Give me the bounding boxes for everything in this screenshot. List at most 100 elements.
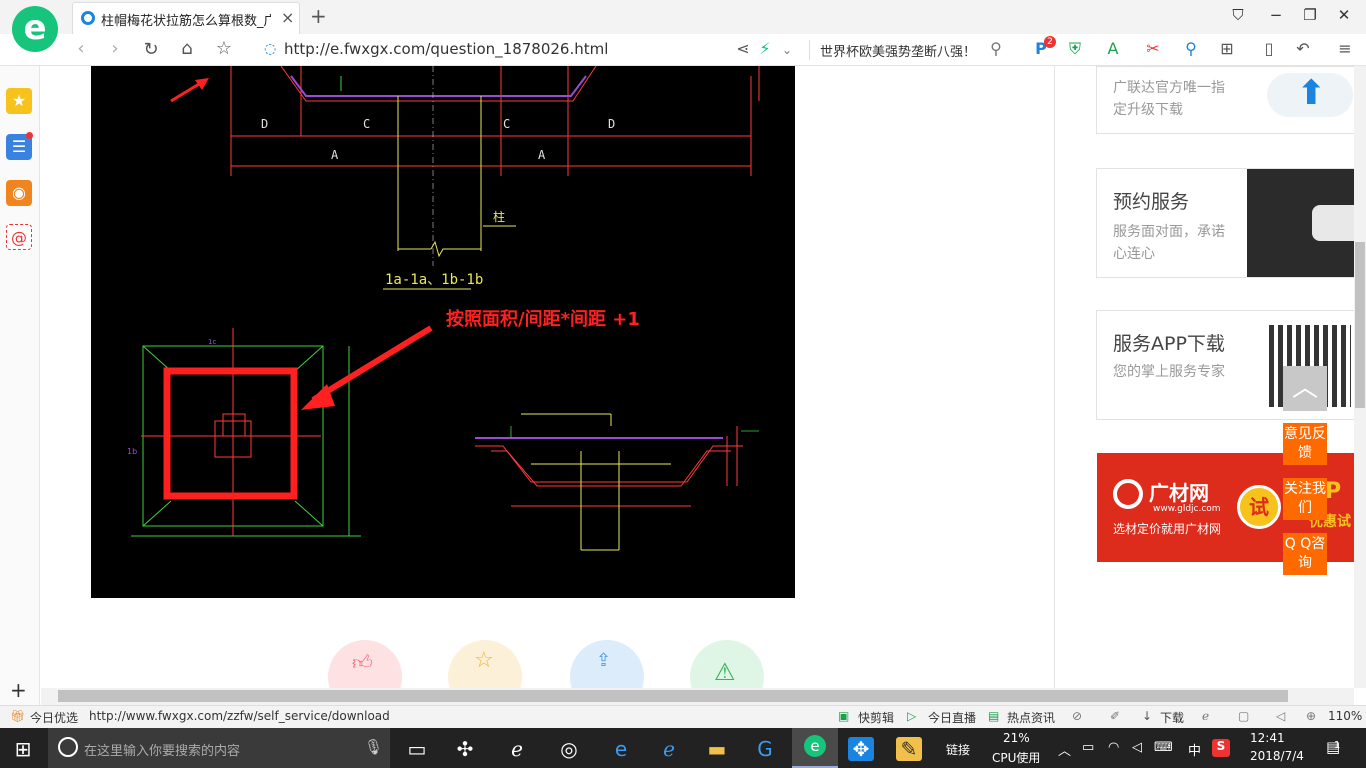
shield-icon[interactable]: ⛨	[1064, 39, 1086, 59]
browser-tab[interactable]: 柱帽梅花状拉筋怎么算根数_广联 ×	[72, 2, 300, 34]
download-link[interactable]: 下载	[1160, 709, 1184, 726]
menu-icon[interactable]: ≡	[1334, 39, 1356, 58]
search-icon[interactable]: ⚲	[985, 39, 1007, 58]
live-link[interactable]: 今日直播	[928, 709, 976, 726]
favorites-star-icon[interactable]: ★	[6, 88, 32, 114]
glodon-app-icon[interactable]: G	[752, 737, 778, 761]
wifi-icon[interactable]: ◠	[1108, 740, 1119, 755]
ie-icon[interactable]: ℯ	[504, 737, 530, 761]
sogou-ime-icon[interactable]: S	[1212, 739, 1230, 757]
accelerate-icon[interactable]: ⊘	[1072, 709, 1082, 723]
feedback-button[interactable]: 意见反馈	[1283, 423, 1327, 465]
cad-plan-tag: 1c	[208, 338, 216, 346]
notes-app-icon[interactable]: ✎	[896, 737, 922, 761]
tray-up-arrow-icon[interactable]: ︿	[1058, 740, 1071, 759]
add-sidebar-icon[interactable]: +	[10, 678, 27, 702]
vertical-scroll-thumb[interactable]	[1355, 242, 1365, 408]
pin-icon[interactable]: ✐	[1110, 709, 1120, 723]
browser-task-icon: e	[804, 735, 826, 757]
cad-section-label: 1a-1a、1b-1b	[385, 272, 483, 288]
undo-icon[interactable]: ↶	[1292, 39, 1314, 58]
globe-icon: ◌	[264, 41, 277, 57]
upload-arrow-icon: ⬆	[1297, 73, 1326, 113]
chevron-down-icon[interactable]: ⌄	[776, 43, 798, 57]
forward-icon[interactable]: ›	[104, 38, 126, 59]
email-icon[interactable]: @	[6, 224, 32, 250]
app-download-subtitle: 您的掌上服务专家	[1113, 364, 1225, 380]
annotation-arrow-icon	[311, 325, 433, 403]
highlight-box	[163, 367, 298, 500]
restore-icon[interactable]: ❐	[1300, 6, 1320, 24]
file-explorer-icon[interactable]: ▬	[704, 737, 730, 761]
teamviewer-icon[interactable]: ✥	[848, 737, 874, 761]
app-with-bell-icon[interactable]: ◎	[556, 737, 582, 761]
status-url: http://www.fwxgx.com/zzfw/self_service/d…	[89, 709, 390, 723]
ad-slogan: 选材定价就用广材网	[1113, 522, 1222, 536]
volume-icon[interactable]: ◁	[1276, 709, 1285, 723]
taskbar-search[interactable]: 在这里输入你要搜索的内容 🎙︎	[48, 728, 390, 768]
weibo-icon[interactable]: ◉	[6, 180, 32, 206]
upgrade-card-subtitle: 广联达官方唯一指定升级下载	[1113, 80, 1225, 118]
pinwheel-app-icon[interactable]: ✣	[452, 737, 478, 761]
cad-drawing-image: D C C D A A 柱 1a-1a、1b-1b 1c 1b 按照面积/间距*…	[91, 66, 795, 598]
apps-grid-icon[interactable]: ⊞	[1216, 39, 1238, 58]
edge-icon[interactable]: e	[608, 737, 634, 761]
upgrade-card[interactable]: 广联达官方唯一指定升级下载 ⬆	[1096, 66, 1362, 134]
new-tab-button[interactable]: +	[310, 4, 327, 28]
windows-start-icon[interactable]: ⊞	[10, 737, 36, 761]
clock-date[interactable]: 2018/7/4	[1250, 749, 1304, 763]
browser-logo[interactable]: e	[12, 6, 58, 52]
daily-pick-link[interactable]: 今日优选	[30, 709, 78, 726]
address-url[interactable]: http://e.fwxgx.com/question_1878026.html	[284, 40, 608, 58]
ie-blue-icon[interactable]: ℯ	[656, 737, 682, 761]
gift-icon: 🎁︎	[10, 709, 26, 723]
speaker-icon[interactable]: ◁	[1132, 740, 1142, 755]
horizontal-scroll-thumb[interactable]	[58, 690, 1288, 702]
star-icon: ☆	[474, 648, 494, 673]
cad-dim-a2: A	[538, 148, 546, 162]
cad-dim-c2: C	[503, 117, 510, 131]
cad-column-label: 柱	[493, 209, 505, 224]
link-toolbar-label[interactable]: 链接	[946, 741, 970, 758]
back-to-top-button[interactable]: ︿	[1283, 366, 1327, 411]
ime-indicator[interactable]: 中	[1188, 740, 1201, 759]
news-search-query[interactable]: 世界杯欧美强势垄断八强！	[820, 41, 976, 60]
clock-time[interactable]: 12:41	[1250, 731, 1285, 745]
battery-icon[interactable]: ▭	[1082, 740, 1094, 755]
cortana-circle-icon	[58, 737, 78, 757]
active-browser-task[interactable]: e	[792, 728, 838, 768]
ie-mode-icon[interactable]: ℯ	[1202, 709, 1209, 723]
appointment-card[interactable]: 预约服务 服务面对面，承诺心连心	[1096, 168, 1362, 278]
lightning-icon[interactable]: ⚡	[754, 39, 776, 58]
task-view-icon[interactable]: ▭	[404, 737, 430, 761]
ad-url: www.gldjc.com	[1153, 504, 1221, 514]
keyboard-icon[interactable]: ⌨	[1154, 740, 1173, 755]
hot-news-link[interactable]: 热点资讯	[1007, 709, 1055, 726]
quick-clip-link[interactable]: 快剪辑	[858, 709, 894, 726]
address-bar[interactable]: ◌ http://e.fwxgx.com/question_1878026.ht…	[262, 39, 722, 61]
scissors-icon[interactable]: ✂	[1142, 39, 1164, 58]
tab-title: 柱帽梅花状拉筋怎么算根数_广联	[101, 14, 271, 29]
microphone-icon[interactable]: 🎙︎	[364, 738, 383, 756]
translate-icon[interactable]: A	[1102, 39, 1124, 58]
magnifier-icon[interactable]: ⚲	[1180, 39, 1202, 58]
share-icon[interactable]: ⋖	[732, 39, 754, 58]
ad-brand: 广材网	[1149, 481, 1209, 505]
minimize-icon[interactable]: −	[1266, 6, 1286, 24]
cad-dim-c1: C	[363, 117, 370, 131]
home-icon[interactable]: ⌂	[176, 38, 198, 59]
thumbs-up-icon: 👍︎	[352, 650, 373, 674]
shirt-skin-icon[interactable]: ⛉	[1228, 6, 1248, 24]
follow-us-button[interactable]: 关注我们	[1283, 478, 1327, 520]
favorite-star-icon[interactable]: ☆	[213, 38, 235, 59]
tablet-icon[interactable]: ▯	[1258, 39, 1280, 58]
tab-close-icon[interactable]: ×	[281, 8, 294, 27]
qq-consult-button[interactable]: Q Q咨询	[1283, 533, 1327, 575]
divider	[809, 40, 810, 60]
reload-icon[interactable]: ↻	[140, 39, 162, 60]
back-icon[interactable]: ‹	[70, 38, 92, 59]
close-window-icon[interactable]: ✕	[1334, 6, 1354, 24]
zoom-level[interactable]: 110%	[1328, 709, 1362, 723]
window-icon[interactable]: ▢	[1238, 709, 1249, 723]
appointment-card-subtitle: 服务面对面，承诺心连心	[1113, 224, 1225, 262]
